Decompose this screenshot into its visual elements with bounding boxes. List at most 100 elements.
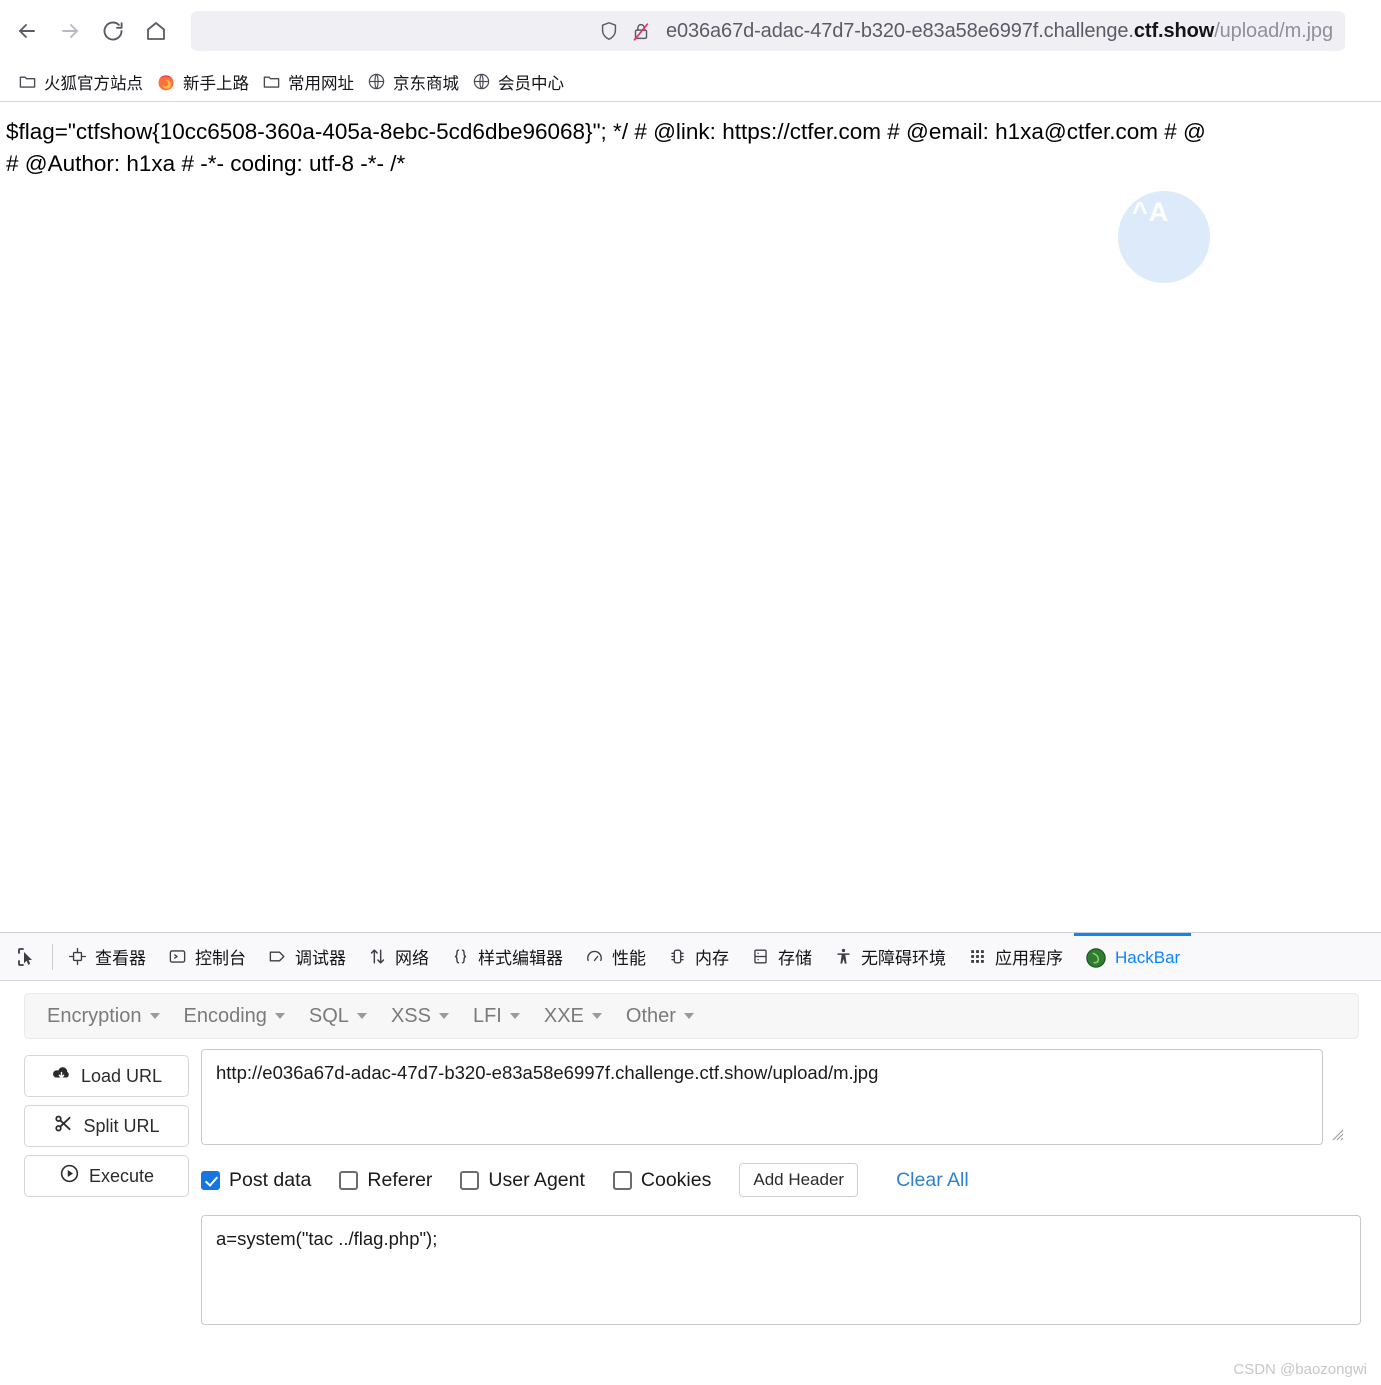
hackbar-menu-encoding[interactable]: Encoding xyxy=(172,1001,297,1032)
hackbar-body: Load URL Split URL Execute http://e036a6… xyxy=(0,1049,1381,1325)
bookmark-item-4[interactable]: 会员中心 xyxy=(468,67,573,97)
hackbar-menu-label-5: XXE xyxy=(543,1004,584,1027)
url-input[interactable] xyxy=(201,1049,1323,1145)
add-header-button[interactable]: Add Header xyxy=(739,1163,859,1197)
url-bar[interactable]: e036a67d-adac-47d7-b320-e83a58e6997f.cha… xyxy=(190,11,1345,51)
element-picker-icon xyxy=(18,947,32,966)
load-url-label: Load URL xyxy=(80,1065,163,1086)
devtools-tab-console[interactable]: 控制台 xyxy=(157,933,257,980)
shield-icon[interactable] xyxy=(598,20,620,42)
devtools-tab-accessibility[interactable]: 无障碍环境 xyxy=(823,933,957,980)
page-watermark-badge-text: ^A xyxy=(1132,197,1170,227)
hackbar-menu-encryption[interactable]: Encryption xyxy=(35,1001,172,1032)
user-agent-checkbox[interactable] xyxy=(460,1170,480,1190)
devtools-panel: 查看器 控制台 调试器 网络 样式编辑器 性能 内存 存储 无障碍环境 应用程序… xyxy=(0,932,1381,1385)
devtools-tab-label-4: 样式编辑器 xyxy=(478,949,563,968)
bookmark-item-0[interactable]: 火狐官方站点 xyxy=(14,67,152,97)
bookmark-label-0: 火狐官方站点 xyxy=(44,74,143,93)
performance-icon xyxy=(585,947,604,966)
devtools-tab-performance[interactable]: 性能 xyxy=(574,933,657,980)
hackbar-menu-label-6: Other xyxy=(625,1004,676,1027)
hackbar-menu-sql[interactable]: SQL xyxy=(297,1001,379,1032)
hackbar-menu-xxe[interactable]: XXE xyxy=(532,1001,614,1032)
devtools-tab-memory[interactable]: 内存 xyxy=(657,933,740,980)
devtools-tab-label-0: 查看器 xyxy=(95,949,146,968)
forward-arrow-icon xyxy=(62,24,79,38)
hackbar-menu-label-2: SQL xyxy=(308,1004,349,1027)
devtools-tab-label-7: 存储 xyxy=(778,949,812,968)
devtools-tab-label-1: 控制台 xyxy=(195,949,246,968)
devtools-tab-label-9: 应用程序 xyxy=(995,949,1063,968)
bookmark-label-3: 京东商城 xyxy=(393,74,459,93)
chevron-down-icon xyxy=(509,1013,520,1019)
load-url-button[interactable]: Load URL xyxy=(24,1055,189,1097)
hackbar-menu-label-0: Encryption xyxy=(47,1004,142,1027)
toolbar-separator xyxy=(52,943,53,970)
page-text-line-2: # @Author: h1xa # -*- coding: utf-8 -*- … xyxy=(6,151,406,176)
home-icon xyxy=(146,22,165,40)
navigation-toolbar: e036a67d-adac-47d7-b320-e83a58e6997f.cha… xyxy=(0,0,1381,62)
post-data-input[interactable] xyxy=(201,1215,1361,1325)
hackbar-panel: Encryption Encoding SQL XSS LFI XXE Othe… xyxy=(0,981,1381,1384)
reload-button[interactable] xyxy=(91,11,134,51)
hackbar-menu-label-3: XSS xyxy=(390,1004,431,1027)
url-host: ctf.show xyxy=(1133,19,1215,42)
element-picker-button[interactable] xyxy=(6,934,48,980)
devtools-tabbar: 查看器 控制台 调试器 网络 样式编辑器 性能 内存 存储 无障碍环境 应用程序… xyxy=(0,933,1381,981)
hackbar-icon xyxy=(1085,947,1107,969)
devtools-tab-label-2: 调试器 xyxy=(295,949,346,968)
devtools-tab-label-8: 无障碍环境 xyxy=(861,949,946,968)
referer-option[interactable]: Referer xyxy=(339,1169,432,1192)
bookmark-item-3[interactable]: 京东商城 xyxy=(363,67,468,97)
devtools-tab-storage[interactable]: 存储 xyxy=(740,933,823,980)
page-text-line-1: $flag="ctfshow{10cc6508-360a-405a-8ebc-5… xyxy=(6,119,1206,144)
hackbar-menu-xss[interactable]: XSS xyxy=(379,1001,461,1032)
accessibility-icon xyxy=(834,947,853,966)
firefox-icon xyxy=(156,72,176,92)
storage-icon xyxy=(751,947,770,966)
hackbar-menubar: Encryption Encoding SQL XSS LFI XXE Othe… xyxy=(24,993,1359,1039)
devtools-tab-debugger[interactable]: 调试器 xyxy=(257,933,357,980)
chevron-down-icon xyxy=(591,1013,602,1019)
back-button[interactable] xyxy=(6,11,49,51)
hackbar-menu-lfi[interactable]: LFI xyxy=(461,1001,532,1032)
devtools-tab-inspector[interactable]: 查看器 xyxy=(57,933,157,980)
post-data-option[interactable]: Post data xyxy=(201,1169,311,1192)
hackbar-menu-label-4: LFI xyxy=(472,1004,502,1027)
hackbar-menu-other[interactable]: Other xyxy=(614,1001,706,1032)
user-agent-option[interactable]: User Agent xyxy=(460,1169,585,1192)
scissors-icon xyxy=(53,1113,74,1139)
clear-all-link[interactable]: Clear All xyxy=(896,1169,969,1192)
url-prefix: e036a67d-adac-47d7-b320-e83a58e6997f.cha… xyxy=(665,19,1134,42)
debugger-icon xyxy=(268,947,287,966)
referer-label: Referer xyxy=(367,1168,433,1191)
devtools-tab-network[interactable]: 网络 xyxy=(357,933,440,980)
reload-icon xyxy=(103,21,123,41)
split-url-button[interactable]: Split URL xyxy=(24,1105,189,1147)
devtools-tab-hackbar[interactable]: HackBar xyxy=(1074,933,1192,980)
devtools-tab-style-editor[interactable]: 样式编辑器 xyxy=(440,933,574,980)
bookmark-item-1[interactable]: 新手上路 xyxy=(152,67,258,97)
cookies-checkbox[interactable] xyxy=(612,1170,632,1190)
post-data-checkbox[interactable] xyxy=(201,1170,220,1190)
chevron-down-icon xyxy=(274,1013,285,1019)
execute-button[interactable]: Execute xyxy=(24,1155,189,1197)
devtools-tab-label-10: HackBar xyxy=(1115,948,1181,967)
hackbar-fields: Post data Referer User Agent Cookie xyxy=(189,1049,1361,1325)
execute-label: Execute xyxy=(88,1165,155,1186)
devtools-tab-label-3: 网络 xyxy=(395,949,429,968)
bookmark-item-2[interactable]: 常用网址 xyxy=(258,67,363,97)
bookmark-label-1: 新手上路 xyxy=(183,74,249,93)
url-path: /upload/m.jpg xyxy=(1214,19,1333,42)
forward-button[interactable] xyxy=(49,11,92,51)
textarea-resize-grip[interactable] xyxy=(1330,1127,1344,1141)
bookmark-label-4: 会员中心 xyxy=(498,74,564,93)
home-button[interactable] xyxy=(134,11,177,51)
cookies-option[interactable]: Cookies xyxy=(612,1169,711,1192)
bookmark-label-2: 常用网址 xyxy=(288,74,354,93)
devtools-tab-application[interactable]: 应用程序 xyxy=(957,933,1074,980)
lock-insecure-icon[interactable] xyxy=(630,20,652,42)
referer-checkbox[interactable] xyxy=(339,1170,359,1190)
chevron-down-icon xyxy=(438,1013,449,1019)
inspector-icon xyxy=(68,947,87,966)
